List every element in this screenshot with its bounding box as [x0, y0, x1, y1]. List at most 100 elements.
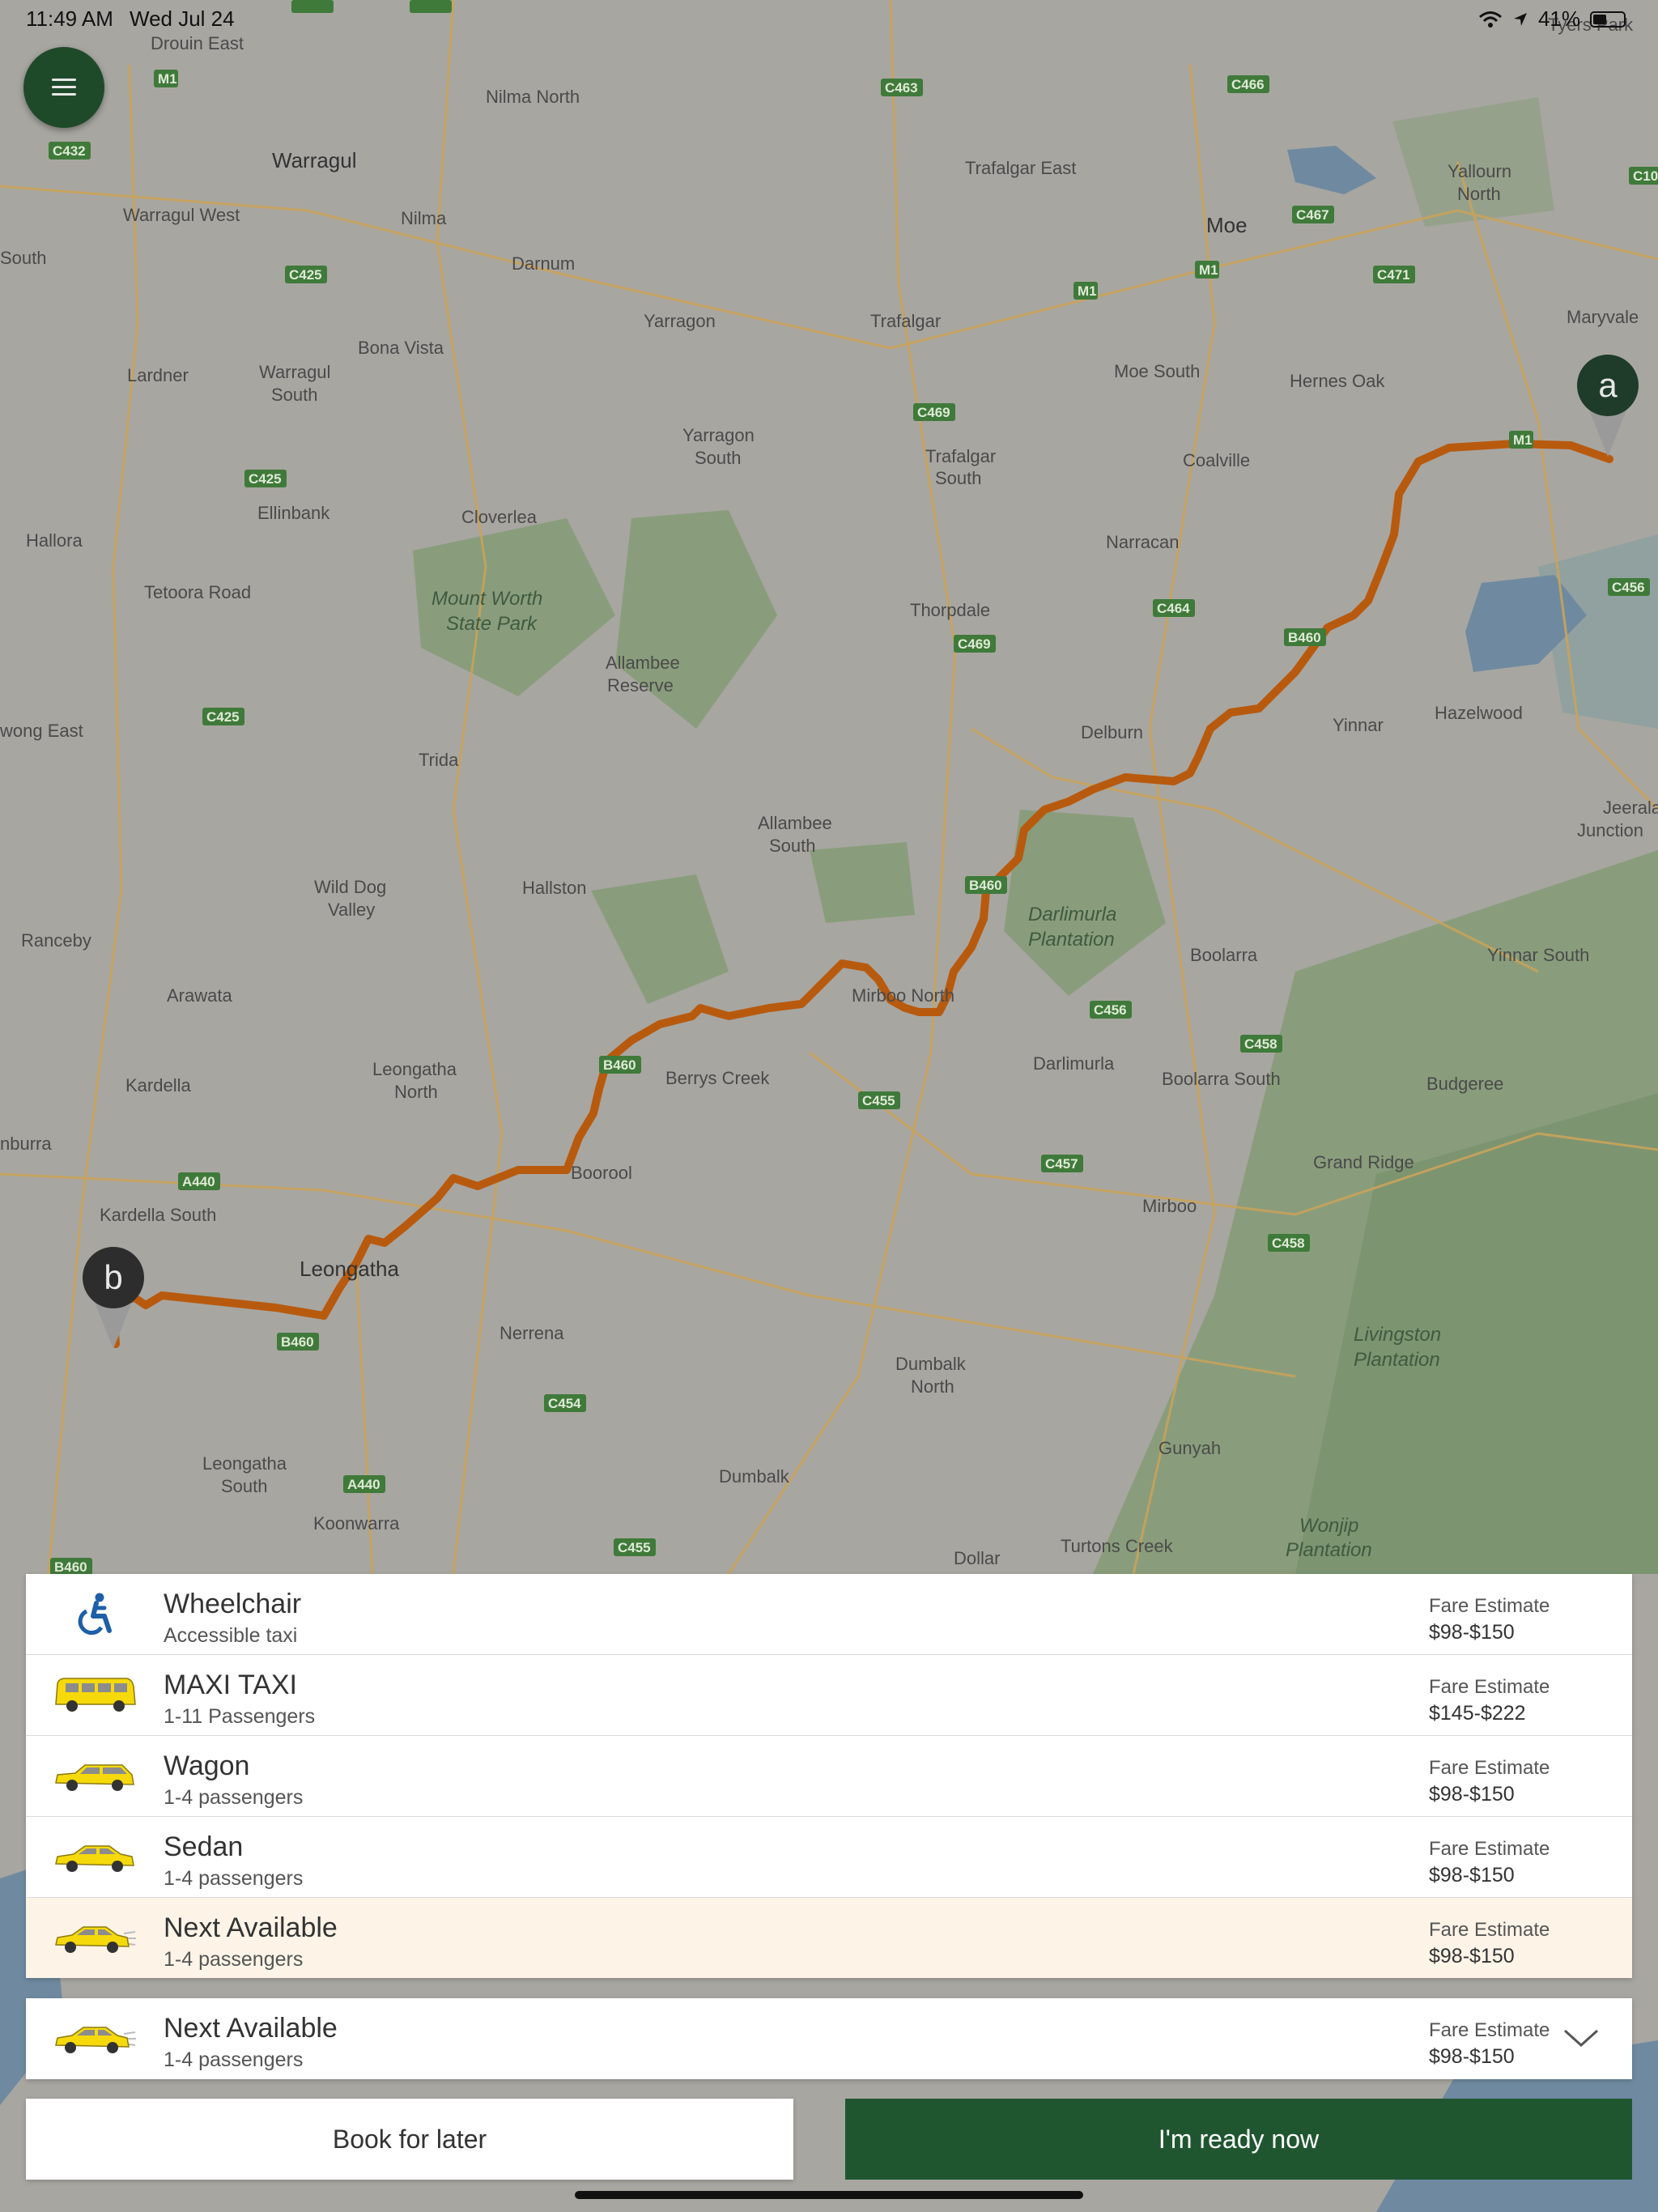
- svg-text:Trafalgar: Trafalgar: [870, 311, 941, 331]
- svg-text:Hallora: Hallora: [26, 530, 83, 551]
- svg-text:Hernes Oak: Hernes Oak: [1290, 371, 1385, 391]
- svg-text:South: South: [0, 248, 47, 268]
- wheelchair-icon: [50, 1592, 139, 1637]
- svg-text:C455: C455: [862, 1093, 895, 1108]
- fare-estimate-label: Fare Estimate: [1429, 1757, 1550, 1779]
- status-indicators: 41%: [1478, 6, 1626, 32]
- svg-text:nburra: nburra: [0, 1134, 52, 1154]
- svg-text:Hallston: Hallston: [522, 878, 586, 898]
- option-name: Sedan: [164, 1831, 244, 1862]
- selected-option-name: Next Available: [164, 2013, 338, 2044]
- fare-estimate-label: Fare Estimate: [1429, 2019, 1550, 2041]
- svg-text:C455: C455: [618, 1540, 651, 1555]
- svg-text:Mirboo: Mirboo: [1142, 1196, 1197, 1216]
- fare-estimate-label: Fare Estimate: [1429, 1919, 1550, 1941]
- svg-text:Leongatha: Leongatha: [372, 1059, 457, 1079]
- svg-text:North: North: [911, 1376, 954, 1397]
- ride-options-list: Wheelchair Accessible taxi Fare Estimate…: [26, 1574, 1632, 1978]
- svg-text:C466: C466: [1231, 77, 1265, 92]
- ready-now-button[interactable]: I'm ready now: [845, 2099, 1632, 2180]
- svg-text:C456: C456: [1094, 1002, 1127, 1018]
- svg-text:Thorpdale: Thorpdale: [910, 600, 990, 620]
- fare-estimate-value: $145-$222: [1429, 1702, 1526, 1725]
- option-subtitle: 1-4 passengers: [164, 1948, 304, 1971]
- battery-percent: 41%: [1537, 6, 1580, 31]
- option-name: Next Available: [164, 1912, 338, 1943]
- svg-text:Warragul: Warragul: [272, 148, 357, 172]
- svg-text:Wild Dog: Wild Dog: [314, 877, 386, 897]
- svg-text:Tetoora Road: Tetoora Road: [144, 582, 251, 602]
- battery-icon: [1590, 11, 1626, 28]
- svg-text:Yarragon: Yarragon: [644, 311, 716, 331]
- svg-text:Leongatha: Leongatha: [300, 1257, 399, 1281]
- book-for-later-button[interactable]: Book for later: [26, 2099, 793, 2180]
- wifi-icon: [1478, 11, 1502, 28]
- svg-text:A440: A440: [347, 1477, 380, 1492]
- svg-text:B460: B460: [281, 1334, 314, 1350]
- svg-text:M1: M1: [1078, 283, 1097, 299]
- svg-text:C458: C458: [1244, 1036, 1278, 1052]
- option-wheelchair[interactable]: Wheelchair Accessible taxi Fare Estimate…: [26, 1574, 1632, 1655]
- svg-text:B460: B460: [1288, 630, 1321, 645]
- origin-pin[interactable]: a: [1575, 353, 1640, 458]
- svg-text:M1: M1: [1513, 432, 1533, 448]
- status-time: 11:49 AM: [26, 6, 113, 31]
- menu-button[interactable]: [23, 47, 104, 128]
- svg-text:Trida: Trida: [419, 750, 459, 770]
- svg-text:C432: C432: [53, 143, 86, 159]
- svg-text:South: South: [221, 1476, 268, 1496]
- svg-text:Nilma: Nilma: [401, 208, 447, 228]
- option-maxi-taxi[interactable]: MAXI TAXI 1-11 Passengers Fare Estimate …: [26, 1655, 1632, 1736]
- svg-text:C454: C454: [548, 1396, 581, 1411]
- svg-text:Plantation: Plantation: [1286, 1539, 1372, 1561]
- svg-text:Hazelwood: Hazelwood: [1435, 703, 1523, 723]
- svg-text:Trafalgar: Trafalgar: [925, 446, 996, 466]
- fare-estimate-label: Fare Estimate: [1429, 1838, 1550, 1860]
- svg-text:Dumbalk: Dumbalk: [719, 1466, 790, 1487]
- svg-text:South: South: [271, 385, 318, 405]
- svg-text:Nerrena: Nerrena: [500, 1323, 564, 1343]
- svg-text:C471: C471: [1377, 267, 1410, 283]
- location-arrow-icon: [1513, 12, 1527, 26]
- svg-text:Plantation: Plantation: [1354, 1349, 1440, 1371]
- svg-text:North: North: [394, 1082, 438, 1102]
- selected-option-subtitle: 1-4 passengers: [164, 2048, 304, 2071]
- svg-text:C10: C10: [1633, 168, 1658, 184]
- svg-text:Valley: Valley: [328, 900, 375, 920]
- destination-pin[interactable]: b: [81, 1245, 146, 1351]
- svg-text:Junction: Junction: [1577, 820, 1643, 840]
- maxi-taxi-icon: [50, 1673, 139, 1718]
- svg-text:South: South: [695, 448, 742, 468]
- svg-text:C457: C457: [1045, 1156, 1078, 1172]
- svg-text:C469: C469: [917, 405, 950, 420]
- option-next-available[interactable]: Next Available 1-4 passengers Fare Estim…: [26, 1898, 1632, 1978]
- option-name: Wheelchair: [164, 1589, 302, 1619]
- svg-text:A440: A440: [182, 1174, 215, 1189]
- svg-text:M1: M1: [1199, 262, 1218, 278]
- svg-text:Darnum: Darnum: [512, 253, 575, 274]
- selected-vehicle-dropdown[interactable]: Next Available 1-4 passengers Fare Estim…: [26, 1998, 1632, 2079]
- svg-text:C469: C469: [958, 636, 991, 652]
- svg-text:Boorool: Boorool: [571, 1163, 632, 1183]
- svg-text:Moe: Moe: [1206, 213, 1248, 237]
- svg-text:C425: C425: [206, 709, 240, 725]
- svg-text:Cloverlea: Cloverlea: [461, 507, 538, 527]
- option-subtitle: Accessible taxi: [164, 1624, 298, 1647]
- svg-text:Mirboo North: Mirboo North: [852, 985, 954, 1006]
- chevron-down-icon[interactable]: [1562, 2026, 1600, 2050]
- option-sedan[interactable]: Sedan 1-4 passengers Fare Estimate $98-$…: [26, 1817, 1632, 1898]
- svg-text:Mount Worth: Mount Worth: [432, 588, 542, 610]
- next-available-icon: [50, 1916, 139, 1961]
- option-subtitle: 1-4 passengers: [164, 1867, 304, 1890]
- svg-text:Yinnar: Yinnar: [1333, 715, 1384, 735]
- svg-text:Grand Ridge: Grand Ridge: [1313, 1152, 1414, 1172]
- svg-text:Narracan: Narracan: [1106, 532, 1179, 552]
- option-wagon[interactable]: Wagon 1-4 passengers Fare Estimate $98-$…: [26, 1736, 1632, 1817]
- svg-text:Leongatha: Leongatha: [202, 1453, 287, 1474]
- svg-text:Maryvale: Maryvale: [1567, 307, 1639, 327]
- home-indicator[interactable]: [575, 2191, 1083, 2199]
- svg-text:Boolarra South: Boolarra South: [1162, 1069, 1281, 1089]
- fare-estimate-label: Fare Estimate: [1429, 1595, 1550, 1617]
- fare-estimate-value: $98-$150: [1429, 1621, 1515, 1644]
- svg-text:wong East: wong East: [0, 721, 83, 741]
